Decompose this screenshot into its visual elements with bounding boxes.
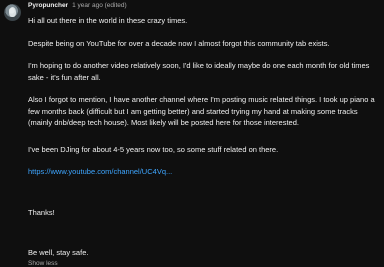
post-body: Hi all out there in the world in these c…: [28, 15, 380, 259]
paragraph-signoff: Be well, stay safe.: [28, 248, 89, 257]
paragraph-channel: Also I forgot to mention, I have another…: [28, 95, 375, 127]
paragraph-greeting: Hi all out there in the world in these c…: [28, 16, 188, 25]
show-less-button[interactable]: Show less: [28, 260, 380, 267]
paragraph-djing: I've been DJing for about 4-5 years now …: [28, 144, 279, 154]
paragraph-video: I'm hoping to do another video relativel…: [28, 61, 370, 82]
channel-link[interactable]: https://www.youtube.com/channel/UC4Vq...: [28, 166, 380, 178]
paragraph-thanks: Thanks!: [28, 207, 55, 217]
community-post: Pyropuncher 1 year ago (edited) Hi all o…: [28, 2, 380, 267]
post-header: Pyropuncher 1 year ago (edited): [28, 2, 380, 13]
author-name[interactable]: Pyropuncher: [28, 2, 68, 9]
paragraph-intro: Despite being on YouTube for over a deca…: [28, 38, 330, 48]
post-timestamp[interactable]: 1 year ago (edited): [72, 2, 127, 9]
author-avatar[interactable]: [4, 4, 21, 21]
